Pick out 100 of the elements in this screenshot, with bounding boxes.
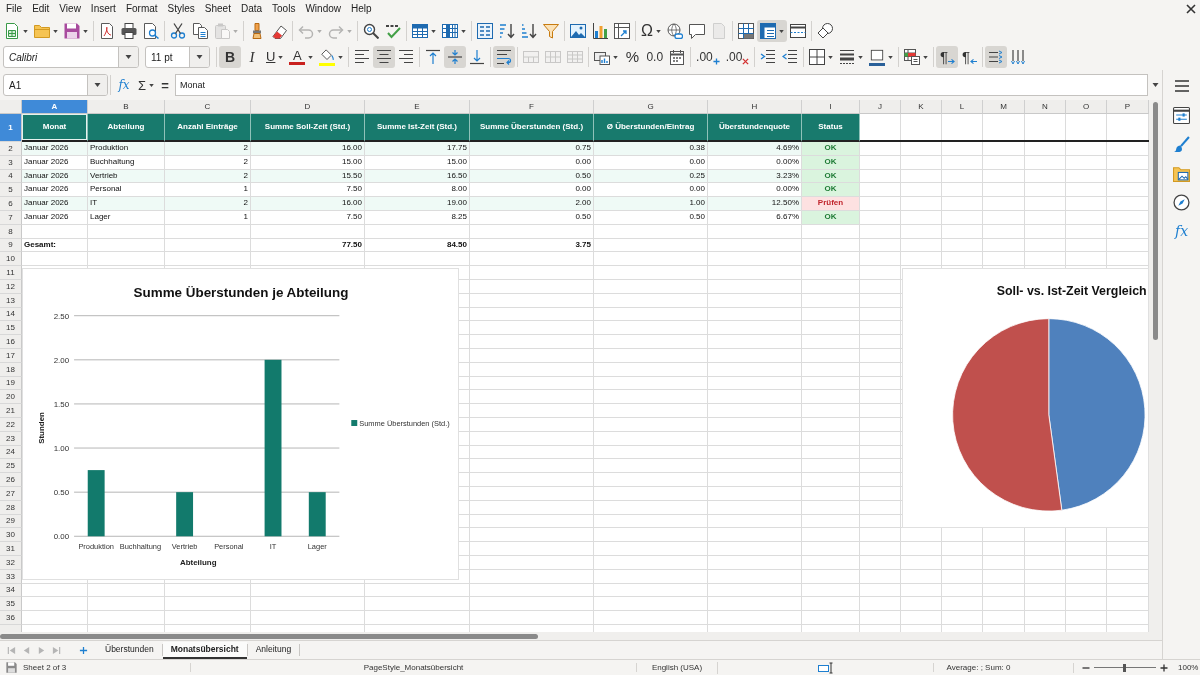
column-header[interactable]: O	[1066, 100, 1107, 114]
printer-icon	[121, 23, 137, 39]
table-cell: 1.00	[594, 197, 708, 211]
column-header[interactable]: L	[942, 100, 983, 114]
dropdown-button[interactable]	[87, 75, 107, 95]
menu-item[interactable]: Edit	[27, 2, 55, 16]
arrow-right-icon	[948, 58, 955, 65]
column-header[interactable]: B	[88, 100, 165, 114]
functions-tab[interactable]: fx	[1168, 218, 1195, 244]
column-header[interactable]: G	[594, 100, 708, 114]
menu-item[interactable]: File	[1, 2, 28, 16]
table-list-icon	[477, 23, 493, 39]
formula-input-field[interactable]: Monat	[175, 74, 1148, 96]
cell-grid-icon	[523, 49, 540, 65]
bar-chart-icon	[592, 23, 608, 39]
split-window-icon	[789, 23, 806, 39]
page-style-text: PageStyle_Monatsübersicht	[363, 663, 464, 672]
right-to-left-button[interactable]: ¶	[958, 46, 981, 68]
print-button[interactable]	[118, 20, 140, 42]
font-size-field[interactable]: 11 pt	[145, 46, 210, 68]
language-text: English (USA)	[651, 663, 703, 672]
close-document-button[interactable]	[1186, 4, 1196, 14]
percent-format-button[interactable]: %	[621, 46, 644, 68]
menu-item[interactable]: Styles	[162, 2, 200, 16]
column-header[interactable]: K	[901, 100, 942, 114]
wrap-text-icon	[496, 49, 513, 65]
border-grid-icon	[809, 49, 826, 65]
column-header[interactable]: A	[22, 100, 88, 114]
font-name-field[interactable]: Calibri	[3, 46, 139, 68]
sheet-tab[interactable]: Monatsübersicht	[162, 641, 247, 659]
column-header[interactable]: H	[708, 100, 802, 114]
column-header[interactable]: F	[470, 100, 594, 114]
bold-button[interactable]: B	[219, 46, 241, 68]
underline-button[interactable]: U	[263, 46, 287, 68]
sort-button[interactable]	[474, 20, 496, 42]
wrap-text-button[interactable]	[493, 46, 516, 68]
italic-button[interactable]: I	[241, 46, 263, 68]
menu-item[interactable]: Insert	[85, 2, 121, 16]
row-header[interactable]: 1	[0, 114, 22, 142]
menu-item[interactable]: Tools	[267, 2, 301, 16]
freeze-button[interactable]	[756, 20, 787, 42]
vertical-scrollbar[interactable]	[1149, 100, 1162, 632]
menu-item[interactable]: View	[54, 2, 86, 16]
column-heading-cell: Ø Überstunden/Eintrag	[594, 114, 708, 142]
number-format-button[interactable]: 0.0	[643, 46, 667, 68]
dropdown-button[interactable]	[118, 47, 138, 67]
border-frame-icon	[870, 48, 885, 63]
delete-decimal-button[interactable]: .00	[722, 46, 753, 68]
status-cell: Prüfen	[802, 197, 860, 211]
menu-item[interactable]: Help	[346, 2, 377, 16]
dropdown-button[interactable]	[189, 47, 209, 67]
pivot-table-button[interactable]	[611, 20, 633, 42]
caret-icon	[149, 83, 154, 87]
table-cell: 84.50	[365, 238, 470, 253]
column-header[interactable]: C	[165, 100, 251, 114]
sum-button[interactable]: Σ	[135, 74, 157, 96]
horizontal-scrollbar[interactable]	[0, 632, 1162, 640]
plus-icon	[1160, 663, 1168, 672]
name-box-field[interactable]: A1	[3, 74, 108, 96]
menu-item[interactable]: Sheet	[199, 2, 236, 16]
sheet-tab[interactable]: Überstunden	[97, 641, 162, 659]
caret-icon	[461, 29, 466, 33]
table-cell: 4.69%	[708, 142, 802, 156]
column-header[interactable]: P	[1107, 100, 1149, 114]
column-header[interactable]: N	[1025, 100, 1066, 114]
table-cell: 2	[165, 142, 251, 156]
speech-bubble-icon	[688, 23, 705, 39]
menu-icon	[1173, 78, 1190, 94]
column-header[interactable]: D	[251, 100, 365, 114]
table-cell: 7.50	[251, 211, 365, 225]
sort-descending-icon	[521, 23, 537, 39]
sheet-tab[interactable]: Anleitung	[247, 641, 300, 659]
add-decimal-button[interactable]: .00	[693, 46, 723, 68]
scrollbar-thumb[interactable]	[1153, 102, 1158, 340]
font-color-button[interactable]: A	[286, 46, 317, 68]
zoom-in-button[interactable]	[1160, 663, 1168, 672]
paintbrush-icon	[1173, 135, 1190, 153]
formula-button[interactable]: =	[157, 74, 173, 96]
caret-icon	[53, 29, 58, 33]
menu-item[interactable]: Format	[120, 2, 163, 16]
column-header[interactable]: E	[365, 100, 470, 114]
text-direction-button[interactable]	[985, 46, 1008, 68]
left-to-right-button[interactable]: ¶	[936, 46, 959, 68]
undo-icon	[298, 23, 314, 39]
column-header[interactable]: I	[802, 100, 860, 114]
column-header[interactable]: M	[983, 100, 1025, 114]
scrollbar-thumb[interactable]	[0, 634, 538, 639]
slider-handle[interactable]	[1122, 663, 1126, 672]
column-heading-cell: Summe Soll-Zeit (Std.)	[251, 114, 365, 142]
special-character-button[interactable]: Ω	[638, 20, 664, 42]
align-center-button[interactable]	[373, 46, 396, 68]
menu-item[interactable]: Data	[235, 2, 268, 16]
table-cell: 0.50	[594, 211, 708, 225]
scissors-icon	[170, 23, 186, 39]
table-cell: 3.75	[470, 238, 594, 253]
align-middle-button[interactable]	[444, 46, 467, 68]
column-header[interactable]: J	[860, 100, 901, 114]
align-left-icon	[354, 49, 371, 65]
menu-item[interactable]: Window	[300, 2, 346, 16]
function-wizard-button[interactable]: fx	[113, 74, 135, 96]
